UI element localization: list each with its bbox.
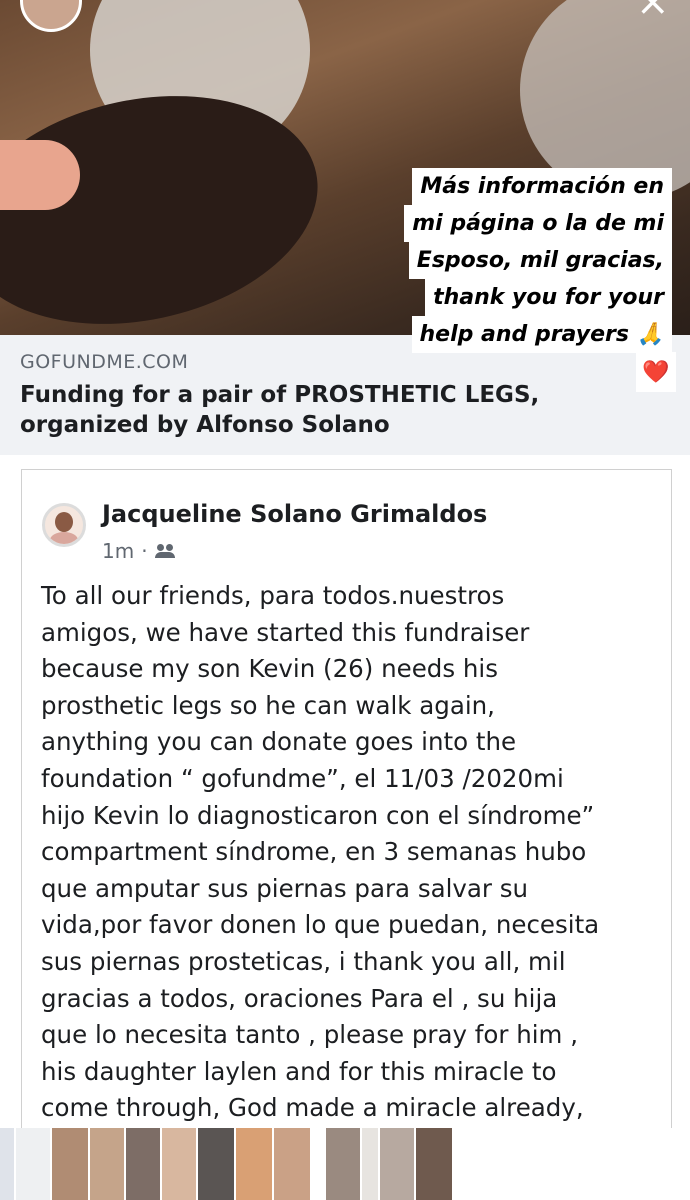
thumb-3[interactable] (52, 1128, 88, 1200)
meta-separator: · (141, 539, 148, 563)
thumb-13[interactable] (416, 1128, 452, 1200)
thumbnail-strip (0, 1128, 690, 1200)
overlay-line: Más información en (412, 168, 672, 205)
thumb-10[interactable] (326, 1128, 360, 1200)
thumb-12[interactable] (380, 1128, 414, 1200)
overlay-line: Esposo, mil gracias, (408, 242, 672, 279)
overlay-line: mi página o la de mi (404, 205, 672, 242)
thumb-6[interactable] (162, 1128, 196, 1200)
thumb-9[interactable] (274, 1128, 310, 1200)
thumb-8[interactable] (236, 1128, 272, 1200)
author-name[interactable]: Jacqueline Solano Grimaldos (102, 500, 487, 528)
story-text-overlay: Más información en mi página o la de mi … (404, 168, 672, 353)
thumb-7[interactable] (198, 1128, 234, 1200)
photo-shape (0, 140, 80, 210)
link-title[interactable]: Funding for a pair of PROSTHETIC LEGS, o… (20, 380, 620, 440)
thumb-1[interactable] (0, 1128, 14, 1200)
thumb-2[interactable] (16, 1128, 50, 1200)
post-time[interactable]: 1m (102, 539, 134, 563)
avatar-body (50, 532, 78, 544)
overlay-line: help and prayers 🙏 (411, 316, 672, 353)
thumb-11[interactable] (362, 1128, 378, 1200)
facebook-post: Jacqueline Solano Grimaldos 1m · To all … (21, 469, 672, 1150)
friends-icon (154, 544, 175, 558)
thumb-5[interactable] (126, 1128, 160, 1200)
link-preview-card[interactable]: GOFUNDME.COM Funding for a pair of PROST… (0, 335, 690, 455)
thumb-4[interactable] (90, 1128, 124, 1200)
avatar-face (55, 512, 73, 532)
link-domain: GOFUNDME.COM (20, 351, 189, 373)
overlay-line: thank you for your (425, 279, 672, 316)
author-avatar[interactable] (42, 503, 86, 547)
post-body: To all our friends, para todos.nuestros … (41, 581, 600, 1123)
post-meta: 1m · (102, 539, 175, 563)
heart-icon: ❤️ (636, 352, 676, 392)
story-avatar[interactable] (20, 0, 82, 32)
close-icon[interactable]: × (636, 0, 670, 22)
